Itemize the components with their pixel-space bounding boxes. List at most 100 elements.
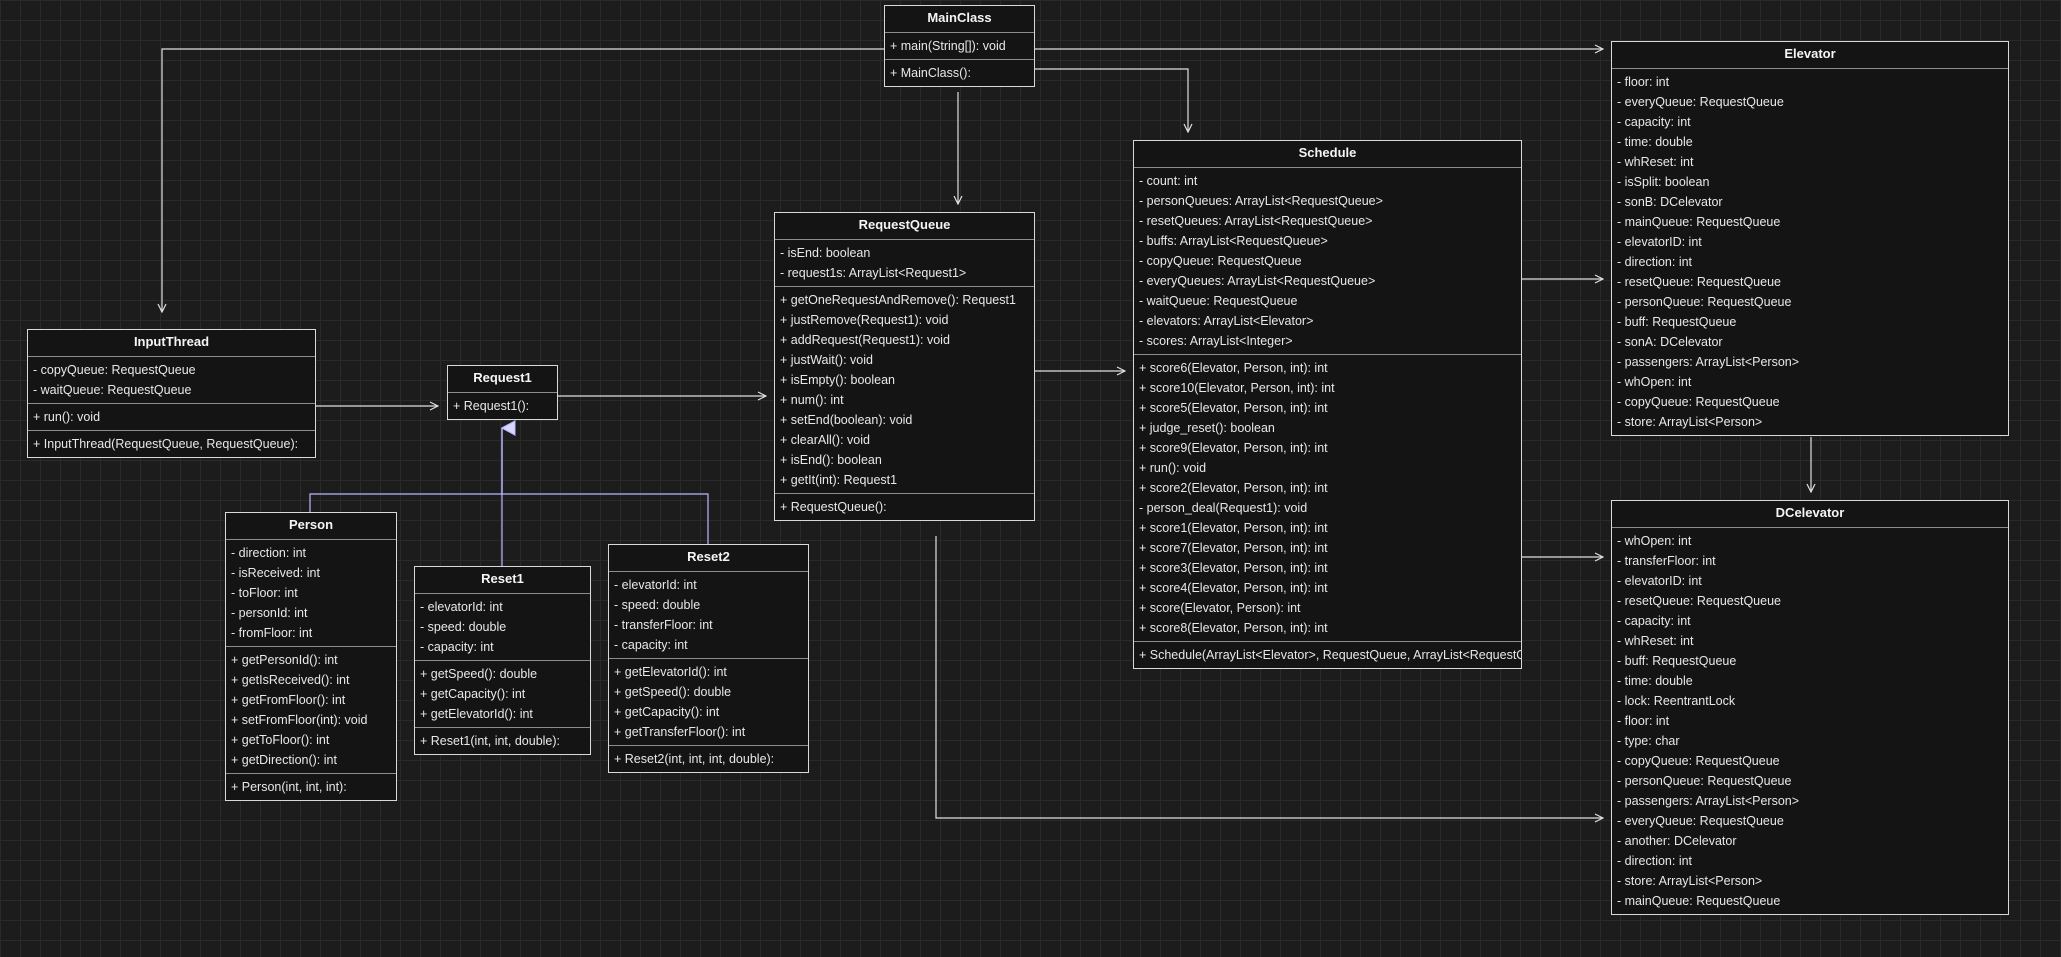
method-row: - person_deal(Request1): void	[1139, 501, 1308, 515]
attribute-row: - floor: int	[1617, 75, 1670, 89]
method-row: + isEnd(): boolean	[780, 453, 882, 467]
attribute-row: - elevatorId: int	[614, 578, 697, 592]
class-box-inputthread[interactable]: InputThread - copyQueue: RequestQueue - wa…	[27, 329, 316, 458]
attribute-row: - copyQueue: RequestQueue	[1617, 754, 1780, 768]
attribute-row: - whOpen: int	[1617, 375, 1692, 389]
method-row: + run(): void	[1139, 461, 1207, 475]
inheritance-edge-person-to-request1	[309, 428, 502, 512]
method-row: + score6(Elevator, Person, int): int	[1139, 361, 1328, 375]
attribute-row: - type: char	[1617, 734, 1680, 748]
members-section: + getOneRequestAndRemove(): Request1 + ju…	[775, 286, 1034, 493]
class-name: DCelevator	[1612, 501, 2008, 528]
members-section: + getElevatorId(): int + getSpeed(): doub…	[609, 658, 808, 745]
attribute-row: - direction: int	[231, 546, 307, 560]
method-row: + score10(Elevator, Person, int): int	[1139, 381, 1335, 395]
method-row: + addRequest(Request1): void	[780, 333, 950, 347]
method-row: + score8(Elevator, Person, int): int	[1139, 621, 1328, 635]
class-name: Schedule	[1134, 141, 1521, 168]
method-row: + clearAll(): void	[780, 433, 870, 447]
attribute-row: - personQueue: RequestQueue	[1617, 295, 1792, 309]
attribute-row: - personQueue: RequestQueue	[1617, 774, 1792, 788]
attribute-row: - fromFloor: int	[231, 626, 313, 640]
method-row: + judge_reset(): boolean	[1139, 421, 1275, 435]
method-row: + getFromFloor(): int	[231, 693, 346, 707]
inheritance-edge-reset2-to-request1	[502, 428, 709, 544]
attribute-row: - count: int	[1139, 174, 1198, 188]
members-section: + Reset2(int, int, int, double):	[609, 745, 808, 772]
class-name: RequestQueue	[775, 213, 1034, 240]
method-row: + getCapacity(): int	[420, 687, 526, 701]
attribute-row: - transferFloor: int	[614, 618, 713, 632]
method-row: + Reset1(int, int, double):	[420, 734, 561, 748]
attribute-row: - everyQueue: RequestQueue	[1617, 95, 1784, 109]
class-box-elevator[interactable]: Elevator - floor: int - everyQueue: Reques…	[1611, 41, 2009, 436]
method-row: + getIt(int): Request1	[780, 473, 898, 487]
method-row: + MainClass():	[890, 66, 971, 80]
attribute-row: - transferFloor: int	[1617, 554, 1716, 568]
method-row: + getToFloor(): int	[231, 733, 330, 747]
method-row: + run(): void	[33, 410, 101, 424]
attribute-row: - everyQueue: RequestQueue	[1617, 814, 1784, 828]
members-section: + Reset1(int, int, double):	[415, 727, 590, 754]
attribute-row: - isSplit: boolean	[1617, 175, 1710, 189]
attribute-row: - elevatorId: int	[420, 600, 503, 614]
members-section: + Request1():	[448, 393, 557, 419]
attribute-row: - toFloor: int	[231, 586, 298, 600]
method-row: + score9(Elevator, Person, int): int	[1139, 441, 1328, 455]
attributes-section: - count: int - personQueues: ArrayList<Re…	[1134, 168, 1521, 354]
attribute-row: - capacity: int	[614, 638, 688, 652]
attribute-row: - capacity: int	[1617, 614, 1691, 628]
attribute-row: - speed: double	[420, 620, 507, 634]
attribute-row: - elevatorID: int	[1617, 574, 1702, 588]
class-name: Reset2	[609, 545, 808, 572]
members-section: + MainClass():	[885, 59, 1034, 86]
attribute-row: - elevators: ArrayList<Elevator>	[1139, 314, 1314, 328]
class-box-request1[interactable]: Request1 + Request1():	[447, 365, 558, 420]
attribute-row: - mainQueue: RequestQueue	[1617, 894, 1781, 908]
class-box-reset1[interactable]: Reset1- elevatorId: int - speed: double - …	[414, 566, 591, 755]
attribute-row: - capacity: int	[1617, 115, 1691, 129]
class-box-reset2[interactable]: Reset2- elevatorId: int - speed: double - …	[608, 544, 809, 773]
class-box-person[interactable]: Person - direction: int - isReceived: int -…	[225, 512, 397, 801]
attribute-row: - everyQueues: ArrayList<RequestQueue>	[1139, 274, 1376, 288]
method-row: + Schedule(ArrayList<Elevator>, RequestQ…	[1139, 648, 1522, 662]
attributes-section: + main(String[]): void	[885, 33, 1034, 59]
class-name: InputThread	[28, 330, 315, 357]
attribute-row: - sonA: DCelevator	[1617, 335, 1723, 349]
members-section: + getSpeed(): double + getCapacity(): int…	[415, 660, 590, 727]
attribute-row: - waitQueue: RequestQueue	[33, 383, 192, 397]
attribute-row: - direction: int	[1617, 255, 1693, 269]
attribute-row: - mainQueue: RequestQueue	[1617, 215, 1781, 229]
method-row: + isEmpty(): boolean	[780, 373, 895, 387]
attribute-row: - buff: RequestQueue	[1617, 654, 1737, 668]
method-row: + getElevatorId(): int	[614, 665, 727, 679]
class-name: Elevator	[1612, 42, 2008, 69]
class-box-schedule[interactable]: Schedule - count: int - personQueues: Arra…	[1133, 140, 1522, 669]
method-row: + score4(Elevator, Person, int): int	[1139, 581, 1328, 595]
method-row: + InputThread(RequestQueue, RequestQueue…	[33, 437, 299, 451]
method-row: + getPersonId(): int	[231, 653, 338, 667]
attribute-row: - passengers: ArrayList<Person>	[1617, 794, 1800, 808]
members-section: + RequestQueue():	[775, 493, 1034, 520]
class-box-requestqueue[interactable]: RequestQueue - isEnd: boolean - request1s:…	[774, 212, 1035, 521]
attribute-row: - whReset: int	[1617, 155, 1694, 169]
members-section: + run(): void	[28, 403, 315, 430]
attribute-row: - whReset: int	[1617, 634, 1694, 648]
method-row: + score2(Elevator, Person, int): int	[1139, 481, 1328, 495]
method-row: + justRemove(Request1): void	[780, 313, 949, 327]
class-box-mainclass[interactable]: MainClass + main(String[]): void + MainCla…	[884, 5, 1035, 87]
method-row: + score5(Elevator, Person, int): int	[1139, 401, 1328, 415]
class-box-dcelevator[interactable]: DCelevator - whOpen: int - transferFloor: …	[1611, 500, 2009, 915]
members-section: + Schedule(ArrayList<Elevator>, RequestQ…	[1134, 641, 1521, 668]
attribute-row: - store: ArrayList<Person>	[1617, 415, 1763, 429]
method-row: + getSpeed(): double	[614, 685, 732, 699]
attribute-row: - request1s: ArrayList<Request1>	[780, 266, 967, 280]
attribute-row: - isReceived: int	[231, 566, 320, 580]
method-row: + score(Elevator, Person): int	[1139, 601, 1301, 615]
attribute-row: - capacity: int	[420, 640, 494, 654]
method-row: + getTransferFloor(): int	[614, 725, 746, 739]
members-section: + getPersonId(): int + getIsReceived(): i…	[226, 646, 396, 773]
method-row: + Person(int, int, int):	[231, 780, 347, 794]
method-row: + justWait(): void	[780, 353, 873, 367]
method-row: + setFromFloor(int): void	[231, 713, 368, 727]
